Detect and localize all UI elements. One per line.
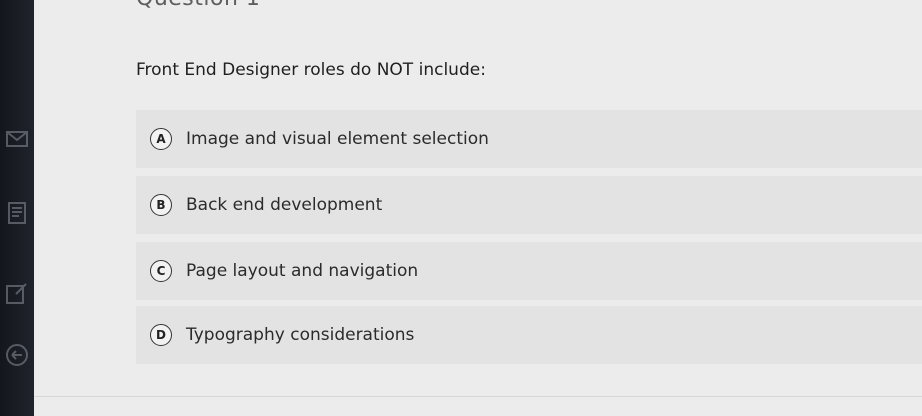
- question-prompt: Front End Designer roles do NOT include:: [136, 60, 486, 80]
- option-letter-badge: D: [150, 324, 172, 346]
- option-text: Image and visual element selection: [186, 129, 489, 149]
- quiz-screen: Question 1 Front End Designer roles do N…: [0, 0, 922, 416]
- edit-icon[interactable]: [4, 280, 30, 306]
- option-letter-badge: C: [150, 260, 172, 282]
- mail-icon[interactable]: [4, 126, 30, 152]
- divider: [34, 396, 922, 397]
- option-letter-badge: B: [150, 194, 172, 216]
- question-card: Question 1 Front End Designer roles do N…: [34, 0, 922, 416]
- option-text: Page layout and navigation: [186, 261, 419, 281]
- option-text: Typography considerations: [186, 325, 415, 345]
- option-letter-badge: A: [150, 128, 172, 150]
- option-text: Back end development: [186, 195, 383, 215]
- answer-option-d[interactable]: D Typography considerations: [136, 306, 922, 364]
- answer-option-a[interactable]: A Image and visual element selection: [136, 110, 922, 168]
- left-nav-rail: [0, 0, 34, 416]
- answer-option-c[interactable]: C Page layout and navigation: [136, 242, 922, 300]
- question-heading: Question 1: [136, 0, 260, 11]
- notes-icon[interactable]: [4, 200, 30, 226]
- back-icon[interactable]: [4, 342, 30, 368]
- answer-option-b[interactable]: B Back end development: [136, 176, 922, 234]
